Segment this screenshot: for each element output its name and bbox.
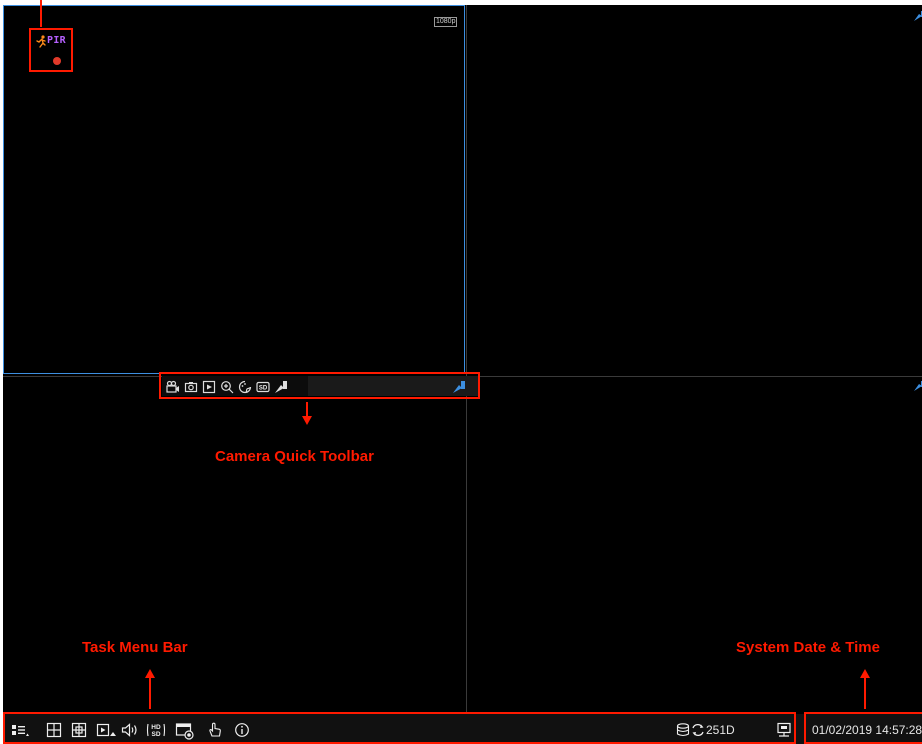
quick-toolbar-annotation-box (159, 372, 480, 399)
camera-status-annotation-box: PIR (29, 28, 73, 72)
annotation-arrow-head (302, 416, 312, 425)
task-menu-annotation-label: Task Menu Bar (82, 639, 188, 656)
resolution-badge: 1080p (434, 17, 458, 27)
record-dot-icon (53, 57, 61, 65)
annotation-arrow (149, 677, 151, 709)
ptz-icon[interactable] (913, 10, 922, 22)
annotation-pointer-line (40, 0, 42, 27)
quick-toolbar-annotation-label: Camera Quick Toolbar (215, 448, 374, 465)
running-person-icon (36, 35, 47, 48)
pir-label: PIR (47, 35, 66, 46)
grid-divider-vertical (466, 5, 467, 714)
annotation-arrow (864, 677, 866, 709)
ptz-icon[interactable] (913, 380, 922, 392)
system-datetime: 01/02/2019 14:57:28 (812, 723, 922, 737)
datetime-annotation-label: System Date & Time (736, 639, 880, 656)
annotation-arrow (306, 402, 308, 417)
task-menu-annotation-box (3, 712, 796, 744)
